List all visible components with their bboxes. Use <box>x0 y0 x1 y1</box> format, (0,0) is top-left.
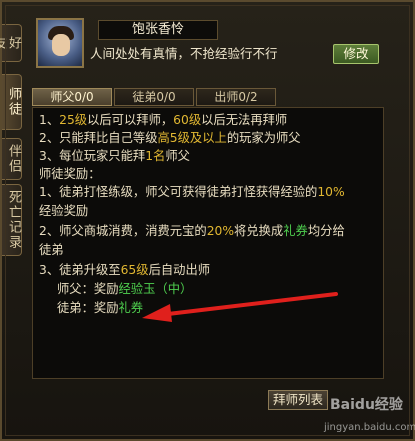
reward-line-1: 1、徒弟打怪练级，师父可获得徒弟打怪获得经验的10% <box>39 185 345 199</box>
side-tab-friends[interactable]: 好友 <box>0 24 22 62</box>
watermark-url: jingyan.baidu.com <box>324 422 415 433</box>
reward-line-1-cont: 经验奖励 <box>39 204 89 218</box>
watermark: Baidu经验 jingyan.baidu.com <box>322 394 415 441</box>
side-tab-label: 伴侣 <box>6 144 21 174</box>
rule-line-3: 3、每位玩家只能拜1名师父 <box>39 149 190 163</box>
rules-box: 1、25级以后可以拜师，60级以后无法再拜师 2、只能拜比自己等级高5级及以上的… <box>32 107 384 379</box>
mentor-list-button[interactable]: 拜师列表 <box>268 390 328 410</box>
side-tab-partner[interactable]: 伴侣 <box>2 138 22 180</box>
side-tab-mentorship[interactable]: 师徒 <box>2 74 22 130</box>
player-name: 饱张香怜 <box>98 20 218 40</box>
tab-disciple[interactable]: 徒弟0/0 <box>114 88 194 106</box>
side-tab-label: 好友 <box>0 35 21 51</box>
avatar <box>36 18 84 68</box>
relationship-panel: 好友 师徒 伴侣 死亡记录 饱张香怜 人间处处有真情，不抢经验行不行 修改 师父… <box>0 0 415 441</box>
rule-line-1: 1、25级以后可以拜师，60级以后无法再拜师 <box>39 113 288 127</box>
reward-line-2-cont: 徒弟 <box>39 243 64 257</box>
side-tab-label: 师徒 <box>6 87 21 117</box>
reward-line-3: 3、徒弟升级至65级后自动出师 <box>39 263 211 277</box>
reward-line-2: 2、师父商城消费，消费元宝的20%将兑换成礼券均分给 <box>39 224 345 238</box>
tab-master[interactable]: 师父0/0 <box>32 88 112 106</box>
side-tab-label: 死亡记录 <box>6 190 21 250</box>
side-tab-death-record[interactable]: 死亡记录 <box>2 184 22 256</box>
reward-title: 师徒奖励： <box>39 167 101 181</box>
edit-button[interactable]: 修改 <box>333 44 379 64</box>
tab-graduated[interactable]: 出师0/2 <box>196 88 276 106</box>
player-motto: 人间处处有真情，不抢经验行不行 <box>90 46 278 61</box>
watermark-logo: Baidu经验 <box>330 397 403 413</box>
reward-disciple: 徒弟：奖励礼券 <box>57 301 144 315</box>
annotation-arrow-icon <box>142 292 338 322</box>
rule-line-2: 2、只能拜比自己等级高5级及以上的玩家为师父 <box>39 131 301 145</box>
